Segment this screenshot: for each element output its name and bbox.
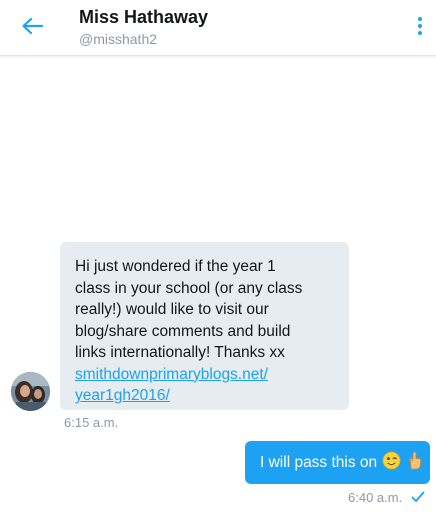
- incoming-timestamp: 6:15 a.m.: [64, 415, 119, 430]
- check-icon: [411, 491, 425, 502]
- message-text: I will pass this on: [260, 453, 378, 471]
- avatar[interactable]: [11, 372, 50, 411]
- contact-name: Miss Hathaway: [79, 7, 209, 27]
- arrow-left-icon: [22, 17, 43, 35]
- avatar-photo: [11, 372, 50, 411]
- message-link[interactable]: smithdownprimaryblogs.net/ year1gh2016/: [75, 364, 335, 407]
- ok-hand-emoji: [406, 451, 424, 475]
- contact-handle: @misshath2: [79, 31, 158, 47]
- outgoing-timestamp: 6:40 a.m.: [348, 490, 403, 505]
- more-vertical-icon-dot: [418, 24, 422, 28]
- more-vertical-icon: [418, 17, 422, 21]
- winking-face-emoji: [382, 451, 401, 475]
- back-button[interactable]: [14, 10, 50, 42]
- incoming-message-bubble[interactable]: Hi just wondered if the year 1 class in …: [60, 242, 349, 410]
- more-options-button[interactable]: [410, 12, 430, 40]
- message-text: Hi just wondered if the year 1 class in …: [75, 258, 303, 361]
- outgoing-message-bubble[interactable]: I will pass this on: [245, 441, 430, 484]
- conversation-title-block[interactable]: Miss Hathaway @misshath2: [79, 6, 208, 49]
- more-vertical-icon-dot: [418, 31, 422, 35]
- conversation-header: Miss Hathaway @misshath2: [0, 0, 436, 56]
